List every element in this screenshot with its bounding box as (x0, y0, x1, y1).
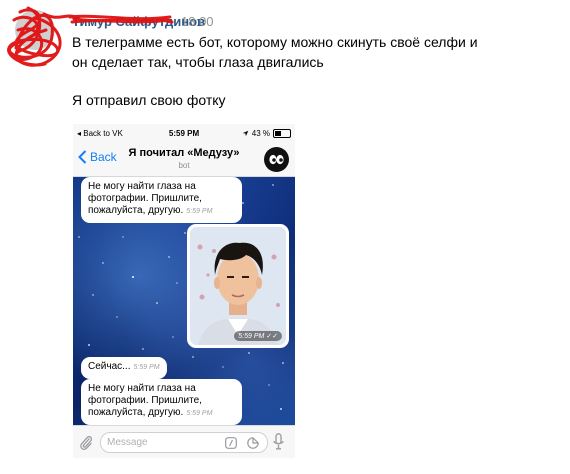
mic-icon[interactable] (273, 433, 284, 450)
bot-eyes-icon (269, 154, 284, 165)
back-chevron-icon (78, 150, 87, 164)
bot-avatar[interactable] (264, 147, 289, 172)
message-text: Не могу найти глаза на фотографии. Пришл… (88, 181, 202, 216)
message-time: 5:59 PM (186, 208, 213, 215)
chat-subtitle: bot (178, 161, 190, 170)
attached-screenshot[interactable]: ◂ Back to VK 5:59 PM 43 % Back Я почитал… (73, 124, 295, 458)
message-incoming[interactable]: Сейчас... 5:59 PM (81, 357, 167, 379)
chat-title: Я почитал «Медузу» (128, 147, 240, 159)
ios-status-bar: ◂ Back to VK 5:59 PM 43 % (73, 124, 295, 142)
message-time: 5:59 PM (133, 364, 160, 371)
slash-command-icon[interactable] (225, 437, 237, 449)
message-incoming[interactable]: Не могу найти глаза на фотографии. Пришл… (81, 379, 242, 425)
message-time: 5:59 PM ✓✓ (234, 331, 282, 341)
battery-percent: 43 % (251, 129, 270, 138)
paperclip-icon[interactable] (79, 434, 93, 451)
message-incoming[interactable]: Не могу найти глаза на фотографии. Пришл… (81, 177, 242, 223)
chat-wallpaper: Не могу найти глаза на фотографии. Пришл… (73, 177, 295, 425)
sticker-icon[interactable] (247, 437, 259, 449)
chat-header: Back Я почитал «Медузу» bot (73, 142, 295, 177)
message-text: Сейчас... (88, 361, 131, 372)
post-text-line: Я отправил свою фотку (72, 92, 226, 108)
post-text-line: В телеграмме есть бот, которому можно ск… (72, 34, 478, 50)
message-placeholder: Message (107, 437, 148, 448)
message-text: Не могу найти глаза на фотографии. Пришл… (88, 383, 202, 418)
message-time: 5:59 PM (186, 410, 213, 417)
location-arrow-icon (242, 130, 249, 137)
selfie-photo[interactable]: 5:59 PM ✓✓ (190, 227, 286, 345)
post-text-line: он сделает так, чтобы глаза двигались (72, 54, 324, 70)
message-input-bar: Message (73, 425, 295, 458)
battery-icon (273, 129, 291, 138)
status-right: 43 % (242, 129, 291, 138)
message-input[interactable]: Message (100, 432, 268, 453)
selfie-image (190, 227, 286, 345)
message-outgoing-photo[interactable]: 5:59 PM ✓✓ (187, 224, 289, 348)
post-text: В телеграмме есть бот, которому можно ск… (72, 32, 542, 110)
